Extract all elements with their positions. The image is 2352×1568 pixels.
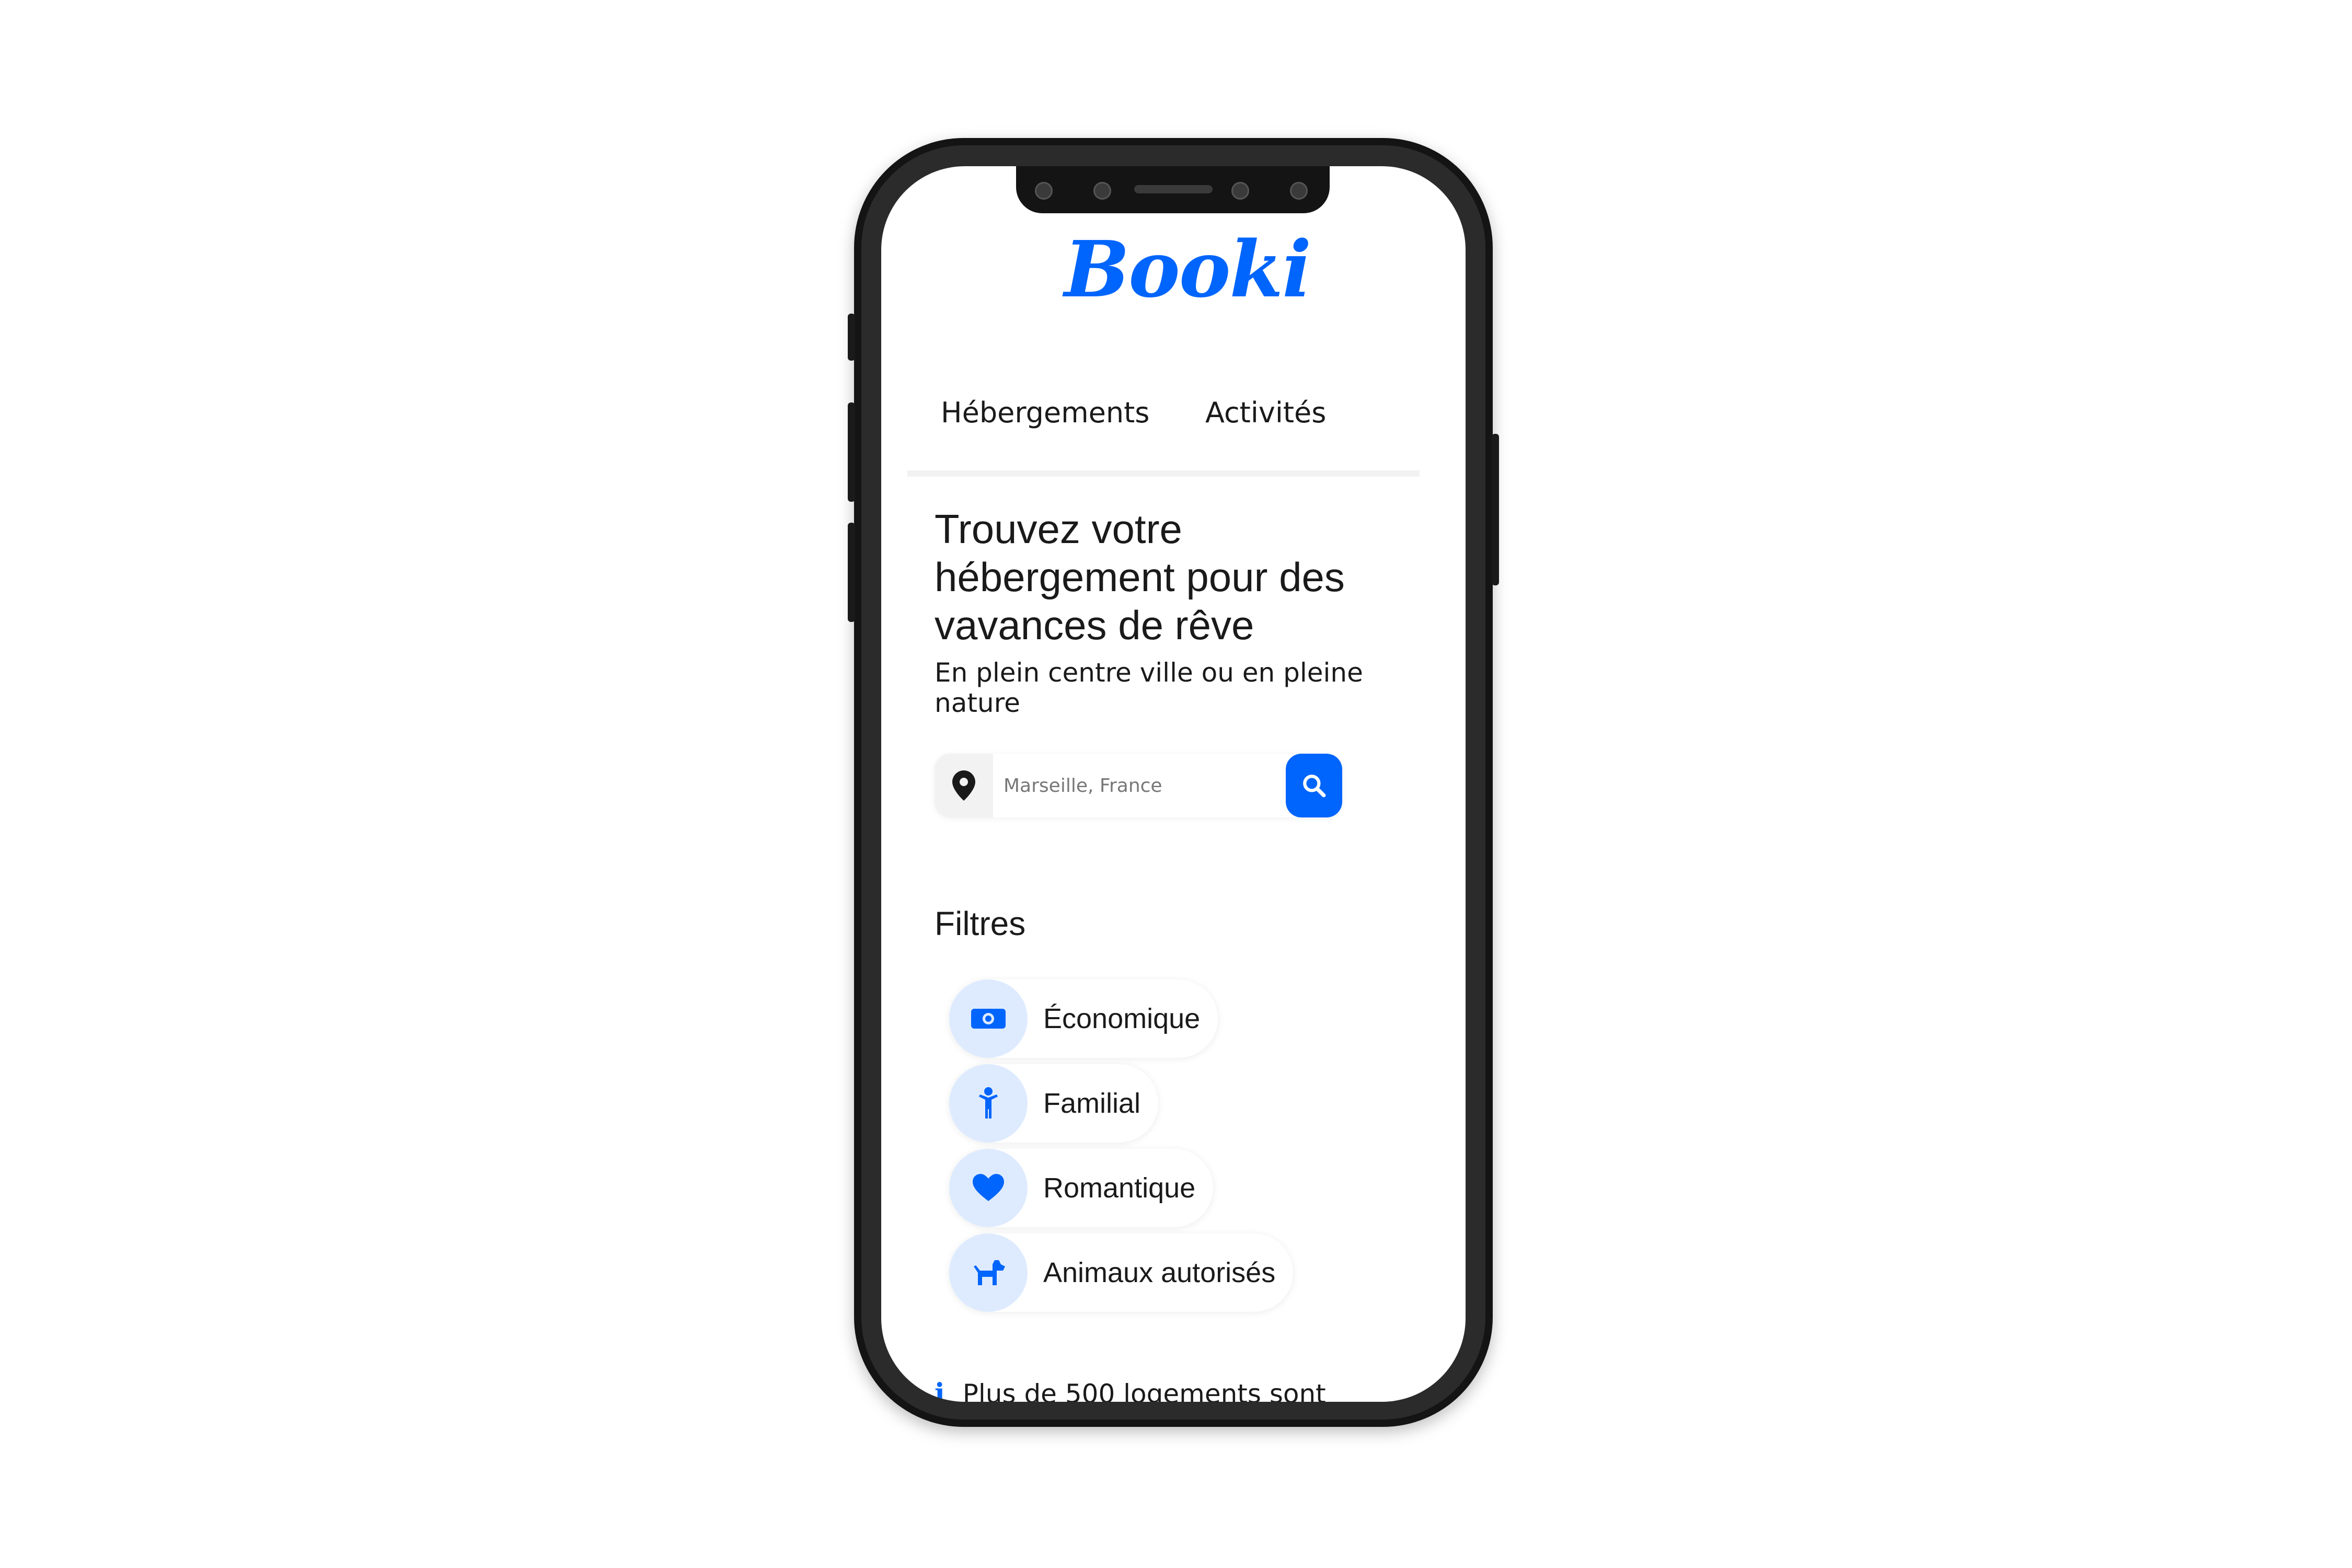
booki-logo[interactable]: Booki	[1064, 224, 1311, 315]
filter-label: Romantique	[1043, 1172, 1196, 1204]
filter-label: Économique	[1043, 1003, 1201, 1034]
child-icon	[949, 1064, 1028, 1143]
dog-icon	[949, 1233, 1028, 1312]
earpiece-speaker	[1134, 185, 1213, 193]
nav-divider	[907, 470, 1420, 477]
filter-animaux[interactable]: Animaux autorisés	[949, 1233, 1294, 1312]
main-nav: Hébergements Activités	[902, 396, 1414, 459]
filter-familial[interactable]: Familial	[949, 1064, 1159, 1143]
search-icon	[1303, 775, 1326, 798]
info-message: i Plus de 500 logements sont	[935, 1378, 1326, 1402]
map-pin-icon	[935, 754, 993, 817]
filter-label: Familial	[1043, 1088, 1141, 1119]
filter-romantique[interactable]: Romantique	[949, 1149, 1214, 1227]
search-bar	[935, 754, 1342, 817]
sensor-dot	[1035, 182, 1053, 200]
search-input[interactable]	[1002, 764, 1266, 807]
nav-link-hebergements[interactable]: Hébergements	[941, 396, 1149, 429]
filter-list: Économique Familial Romantique Animaux a…	[949, 979, 1294, 1318]
filters-heading: Filtres	[935, 905, 1026, 942]
filter-label: Animaux autorisés	[1043, 1257, 1276, 1288]
front-camera	[1290, 182, 1308, 200]
info-text: Plus de 500 logements sont	[962, 1379, 1326, 1402]
info-icon: i	[935, 1378, 945, 1402]
filter-economique[interactable]: Économique	[949, 979, 1218, 1058]
nav-link-activites[interactable]: Activités	[1205, 396, 1326, 429]
sensor-dot	[1231, 182, 1249, 200]
mute-switch	[848, 314, 855, 361]
money-icon	[949, 979, 1028, 1058]
volume-up-button	[848, 402, 855, 502]
phone-notch	[1016, 166, 1330, 213]
search-button[interactable]	[1286, 754, 1342, 817]
page-title: Trouvez votre hébergement pour des vavan…	[935, 506, 1345, 648]
volume-down-button	[848, 523, 855, 622]
page-subtitle: En plein centre ville ou en pleine natur…	[935, 658, 1363, 718]
power-button	[1492, 434, 1499, 585]
heart-icon	[949, 1149, 1028, 1227]
sensor-dot	[1093, 182, 1111, 200]
phone-screen: Booki Hébergements Activités Trouvez vot…	[881, 166, 1466, 1402]
